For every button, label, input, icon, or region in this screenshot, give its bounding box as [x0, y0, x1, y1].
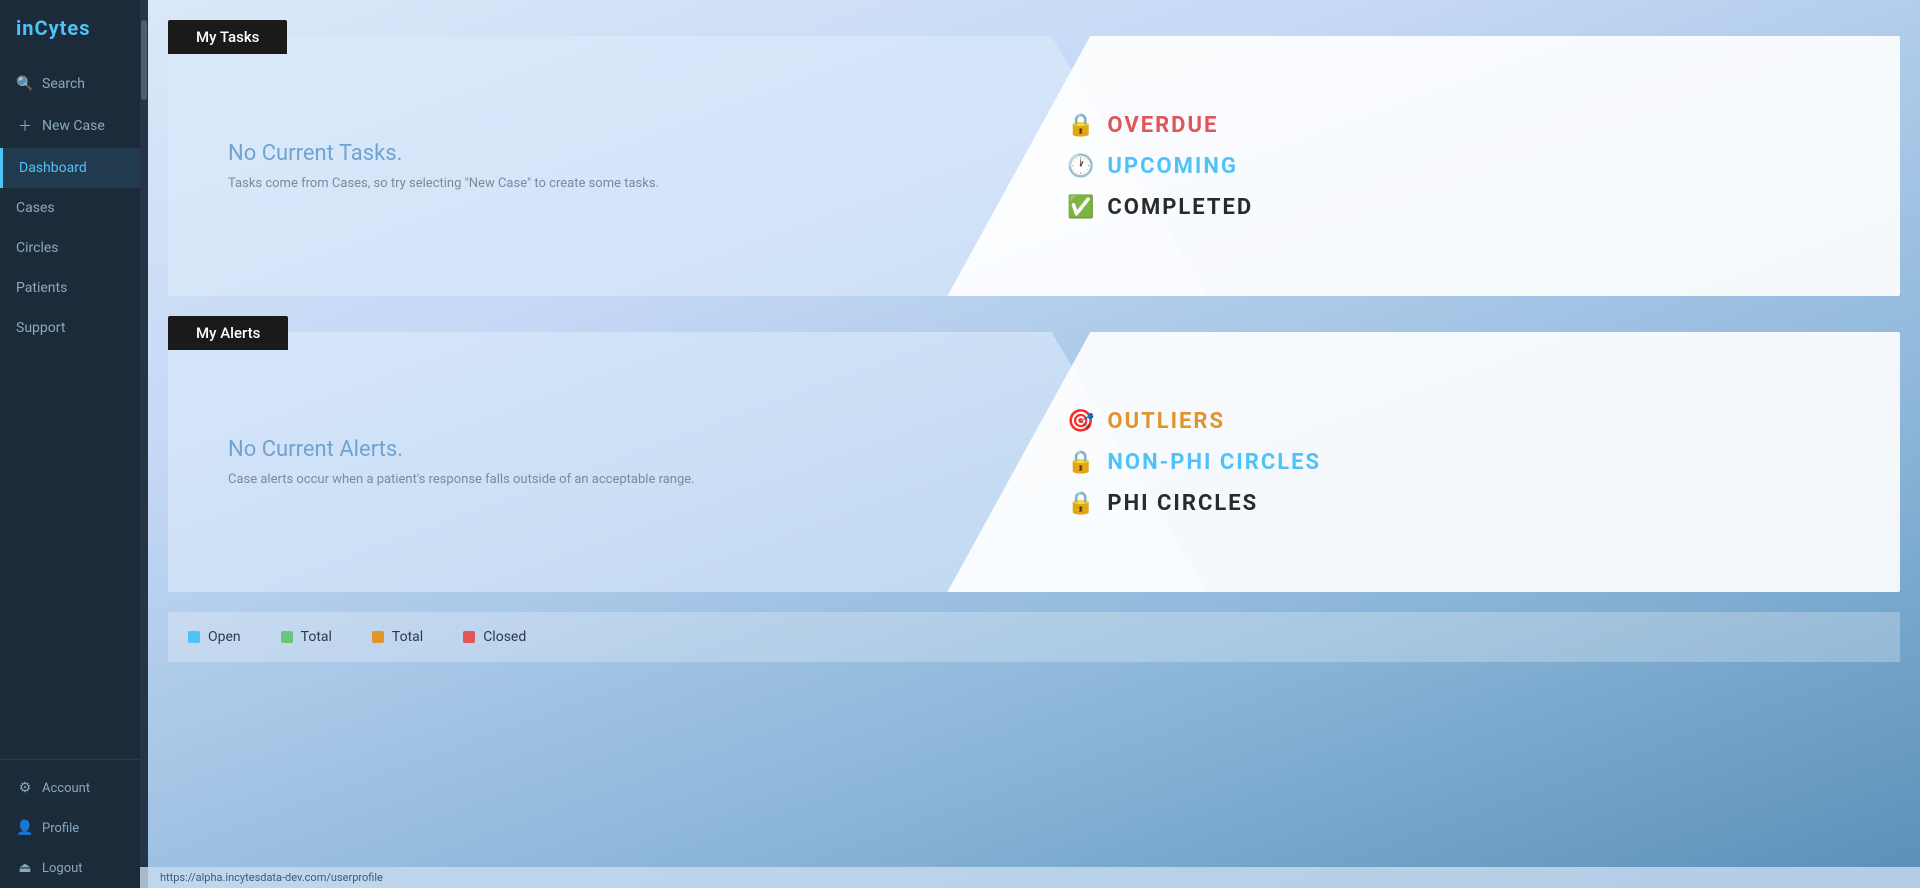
alerts-phi-item[interactable]: 🔒 PHI CIRCLES — [1067, 491, 1840, 516]
sidebar-item-new-case[interactable]: ＋ New Case — [0, 104, 140, 148]
tasks-completed-label: COMPLETED — [1107, 195, 1253, 220]
stat-closed: Closed — [463, 629, 526, 645]
stat-total1-dot — [281, 631, 293, 643]
tasks-no-items-title: No Current Tasks. — [228, 141, 1147, 166]
profile-icon: 👤 — [16, 820, 34, 836]
stat-total1: Total — [281, 629, 332, 645]
tasks-section: My Tasks No Current Tasks. Tasks come fr… — [168, 36, 1900, 296]
sidebar-bottom: ⚙ Account 👤 Profile ⏏ Logout — [0, 759, 140, 888]
scrollbar-thumb[interactable] — [141, 20, 147, 100]
stat-total2: Total — [372, 629, 423, 645]
alerts-panel-right: 🎯 OUTLIERS 🔒 NON-PHI CIRCLES 🔒 PHI CIRCL… — [947, 332, 1900, 592]
sidebar-item-account[interactable]: ⚙ Account — [0, 768, 140, 808]
alerts-outliers-label: OUTLIERS — [1107, 409, 1225, 434]
plus-icon: ＋ — [16, 116, 34, 136]
alerts-section: My Alerts No Current Alerts. Case alerts… — [168, 332, 1900, 592]
logout-icon: ⏏ — [16, 860, 34, 876]
main-content: My Tasks No Current Tasks. Tasks come fr… — [148, 0, 1920, 888]
tasks-panel-right: 🔒 OVERDUE 🕐 UPCOMING ✅ COMPLETED — [947, 36, 1900, 296]
clock-icon-upcoming: 🕐 — [1067, 154, 1095, 179]
alerts-phi-label: PHI CIRCLES — [1107, 491, 1258, 516]
lock-icon-overdue: 🔒 — [1067, 113, 1095, 138]
alerts-nonphi-label: NON-PHI CIRCLES — [1107, 450, 1321, 475]
tasks-overdue-label: OVERDUE — [1107, 113, 1218, 138]
sidebar-item-search[interactable]: 🔍 Search — [0, 64, 140, 104]
stat-open: Open — [188, 629, 241, 645]
alerts-nonphi-item[interactable]: 🔒 NON-PHI CIRCLES — [1067, 450, 1840, 475]
tasks-panel: No Current Tasks. Tasks come from Cases,… — [168, 36, 1900, 296]
sidebar-item-patients[interactable]: Patients — [0, 268, 140, 308]
search-icon: 🔍 — [16, 76, 34, 92]
lock-icon-phi: 🔒 — [1067, 491, 1095, 516]
tasks-overdue-item[interactable]: 🔒 OVERDUE — [1067, 113, 1840, 138]
sidebar-item-cases[interactable]: Cases — [0, 188, 140, 228]
scrollbar-area — [140, 0, 148, 888]
sidebar-item-support[interactable]: Support — [0, 308, 140, 348]
target-icon-outliers: 🎯 — [1067, 409, 1095, 434]
account-icon: ⚙ — [16, 780, 34, 796]
sidebar-item-dashboard[interactable]: Dashboard — [0, 148, 140, 188]
sidebar-item-circles[interactable]: Circles — [0, 228, 140, 268]
tasks-upcoming-label: UPCOMING — [1107, 154, 1237, 179]
tasks-completed-item[interactable]: ✅ COMPLETED — [1067, 195, 1840, 220]
sidebar: inCytes 🔍 Search ＋ New Case Dashboard Ca… — [0, 0, 140, 888]
check-icon-completed: ✅ — [1067, 195, 1095, 220]
stat-closed-dot — [463, 631, 475, 643]
lock-icon-nonphi: 🔒 — [1067, 450, 1095, 475]
app-logo: inCytes — [0, 0, 140, 64]
tasks-section-label: My Tasks — [168, 20, 287, 54]
stat-open-dot — [188, 631, 200, 643]
alerts-section-label: My Alerts — [168, 316, 288, 350]
stat-total2-dot — [372, 631, 384, 643]
sidebar-item-profile[interactable]: 👤 Profile — [0, 808, 140, 848]
alerts-no-items-title: No Current Alerts. — [228, 437, 1147, 462]
alerts-outliers-item[interactable]: 🎯 OUTLIERS — [1067, 409, 1840, 434]
content-wrapper: My Tasks No Current Tasks. Tasks come fr… — [148, 0, 1920, 888]
tasks-upcoming-item[interactable]: 🕐 UPCOMING — [1067, 154, 1840, 179]
bottom-stats-bar: Open Total Total Closed — [168, 612, 1900, 662]
alerts-panel: No Current Alerts. Case alerts occur whe… — [168, 332, 1900, 592]
sidebar-item-logout[interactable]: ⏏ Logout — [0, 848, 140, 888]
